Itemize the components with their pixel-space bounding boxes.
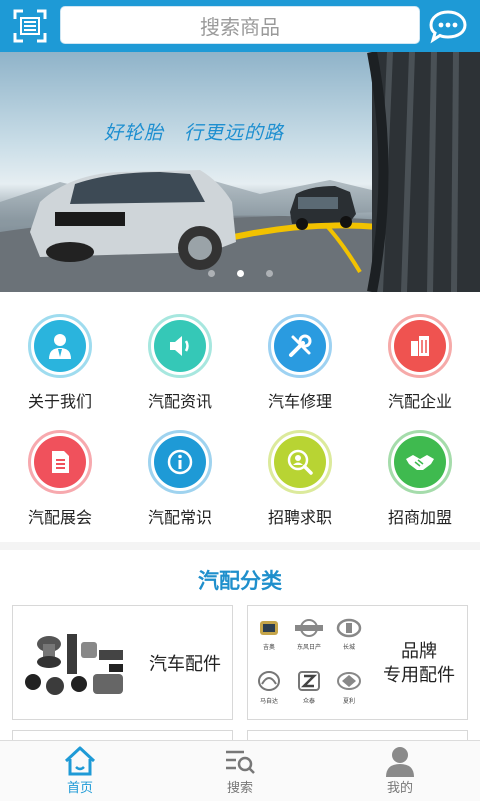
speaker-icon <box>154 320 206 372</box>
banner-image <box>0 52 480 292</box>
menu-icon-ring <box>148 430 212 494</box>
search-placeholder: 搜索商品 <box>200 14 280 39</box>
brand-logo-zotye: 众泰 <box>290 670 328 710</box>
auto-parts-image <box>25 634 123 695</box>
menu-item-about-us[interactable]: 关于我们 <box>0 292 120 412</box>
menu-icon-ring <box>28 430 92 494</box>
tab-mine[interactable]: 我的 <box>320 741 480 801</box>
banner-slogan: 好轮胎 行更远的路 <box>104 122 285 144</box>
menu-icon-ring <box>268 314 332 378</box>
home-icon <box>62 745 98 777</box>
menu-item-exhibition[interactable]: 汽配展会 <box>0 408 120 528</box>
brand-logo-geely: 吉奥 <box>252 618 286 658</box>
menu-icon-ring <box>388 314 452 378</box>
banner-carousel[interactable]: 好轮胎 行更远的路 <box>0 52 480 292</box>
menu-item-label: 招聘求职 <box>267 508 332 527</box>
carousel-dot[interactable] <box>265 270 273 277</box>
tab-home[interactable]: 首页 <box>0 741 160 801</box>
tab-label: 首页 <box>66 781 93 796</box>
carousel-dot[interactable] <box>207 270 215 277</box>
building-icon <box>394 320 446 372</box>
menu-item-repair[interactable]: 汽车修理 <box>240 292 360 412</box>
brand-logos: 吉奥 东风日产 长城 马自达 众泰 夏利 <box>252 618 366 714</box>
tab-label: 我的 <box>386 781 413 796</box>
brand-logo-nissan: 东风日产 <box>290 618 328 658</box>
menu-item-label: 汽配常识 <box>147 508 212 527</box>
category-card-label-line1: 品牌 <box>401 641 437 662</box>
tab-search[interactable]: 搜索 <box>160 741 320 801</box>
category-card-label: 品牌 专用配件 <box>372 640 466 688</box>
section-title: 汽配分类 <box>198 569 282 593</box>
menu-item-label: 招商加盟 <box>387 508 452 527</box>
info-icon <box>154 436 206 488</box>
search-input[interactable]: 搜索商品 <box>60 6 420 44</box>
job-search-icon <box>274 436 326 488</box>
carousel-indicator <box>0 262 480 281</box>
category-card-label: 汽车配件 <box>149 654 221 675</box>
bottom-tab-bar: 首页 搜索 我的 <box>0 740 480 801</box>
menu-item-knowledge[interactable]: 汽配常识 <box>120 408 240 528</box>
menu-icon-ring <box>28 314 92 378</box>
menu-icon-ring <box>268 430 332 494</box>
document-icon <box>34 436 86 488</box>
qr-scan-icon[interactable] <box>12 8 48 44</box>
category-section: 汽配分类 汽车配件 吉奥 东风日产 长城 马自达 众泰 夏利 品牌 专用配件 <box>0 550 480 740</box>
category-card-brand-parts[interactable]: 吉奥 东风日产 长城 马自达 众泰 夏利 品牌 专用配件 <box>247 605 468 720</box>
menu-item-news[interactable]: 汽配资讯 <box>120 292 240 412</box>
carousel-dot-active[interactable] <box>236 270 244 277</box>
chat-bubble-icon[interactable] <box>428 8 468 44</box>
menu-item-enterprise[interactable]: 汽配企业 <box>360 292 480 412</box>
menu-icon-ring <box>148 314 212 378</box>
feature-menu-grid: 关于我们 汽配资讯 汽车修理 汽配企业 汽配展会 汽配常识 招聘求职 招商加盟 <box>0 292 480 542</box>
brand-logo-xiali: 夏利 <box>332 670 366 710</box>
search-list-icon <box>222 745 258 777</box>
menu-item-jobs[interactable]: 招聘求职 <box>240 408 360 528</box>
person-icon <box>34 320 86 372</box>
menu-item-franchise[interactable]: 招商加盟 <box>360 408 480 528</box>
brand-logo-mazda: 马自达 <box>252 670 286 710</box>
category-card-auto-parts[interactable]: 汽车配件 <box>12 605 233 720</box>
menu-icon-ring <box>388 430 452 494</box>
tab-label: 搜索 <box>226 781 253 796</box>
menu-item-label: 汽配展会 <box>27 508 92 527</box>
category-card-label-line2: 专用配件 <box>383 665 455 686</box>
user-icon <box>382 745 418 777</box>
wrench-icon <box>274 320 326 372</box>
handshake-icon <box>394 436 446 488</box>
brand-logo-greatwall: 长城 <box>332 618 366 658</box>
top-bar: 搜索商品 <box>0 0 480 52</box>
